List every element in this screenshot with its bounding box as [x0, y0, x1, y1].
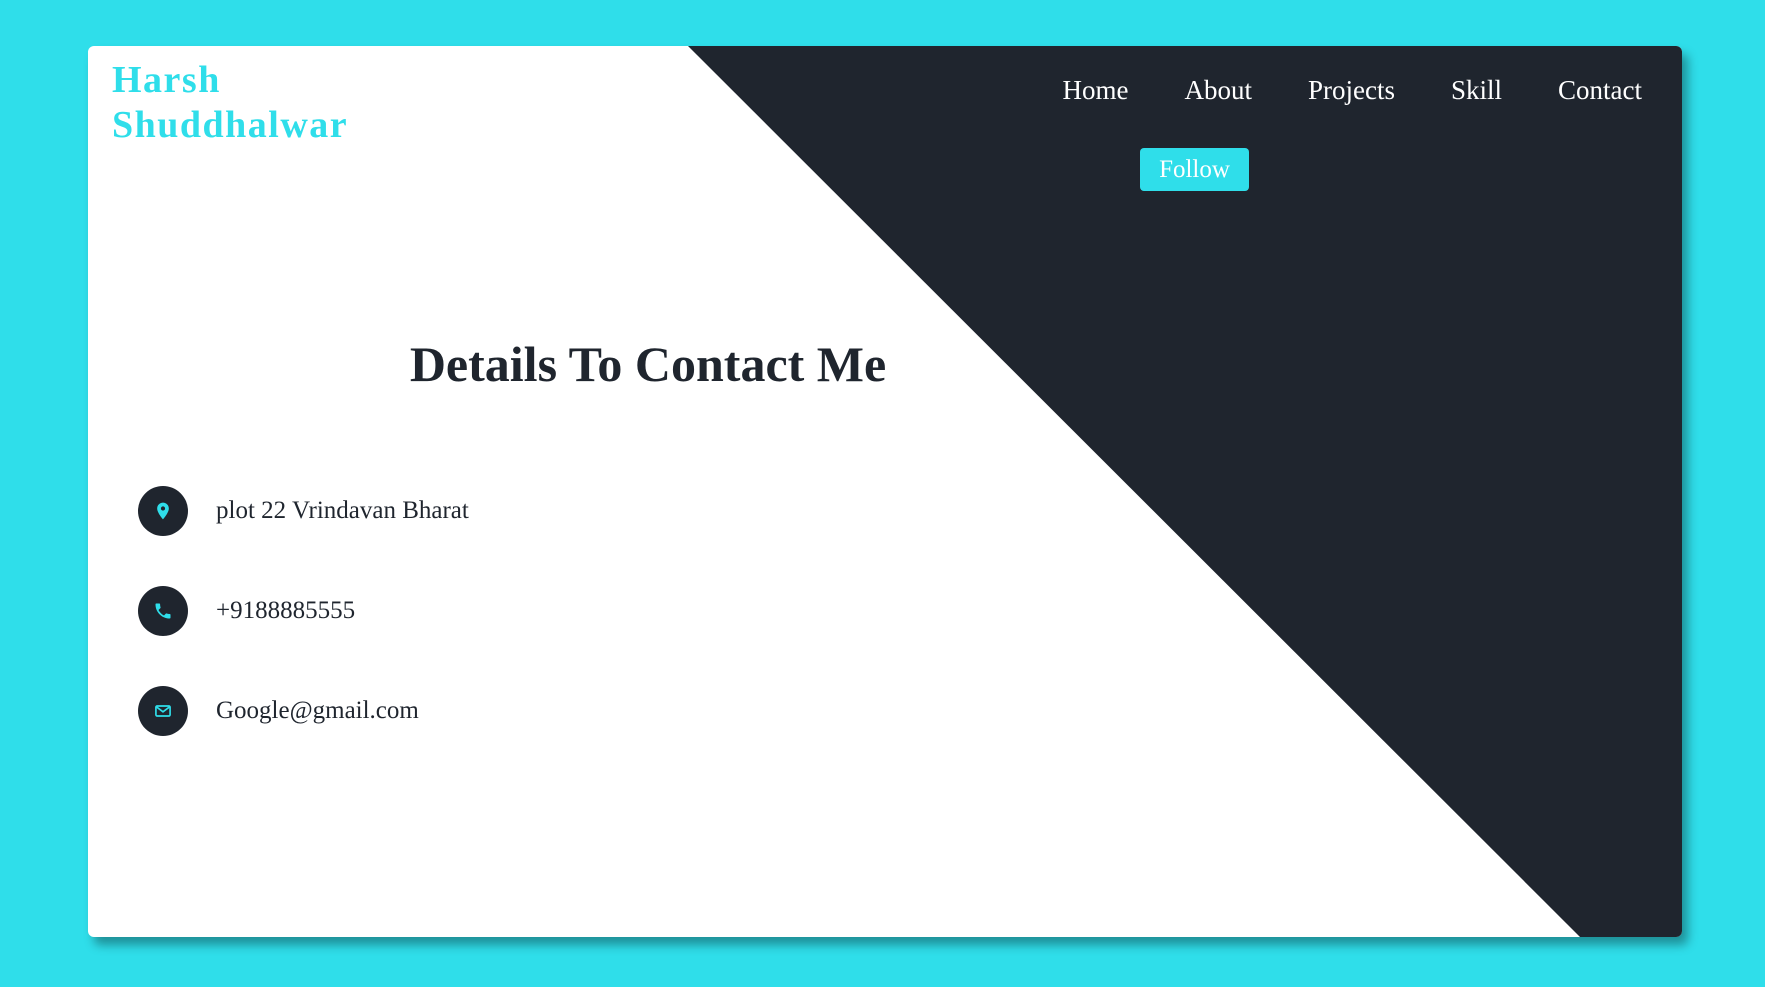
contact-email[interactable]: Google@gmail.com: [216, 696, 419, 726]
contact-item-phone: +9188885555: [138, 586, 469, 636]
nav-skill[interactable]: Skill: [1451, 70, 1502, 110]
contact-section-title: Details To Contact Me: [409, 336, 887, 392]
envelope-icon: [138, 686, 188, 736]
contact-address: plot 22 Vrindavan Bharat: [216, 497, 469, 524]
phone-icon: [138, 586, 188, 636]
page-card: Harsh Shuddhalwar Home About Projects Sk…: [88, 46, 1682, 937]
contact-item-email: Google@gmail.com: [138, 686, 469, 736]
follow-button[interactable]: Follow: [1140, 148, 1249, 191]
site-logo[interactable]: Harsh Shuddhalwar: [112, 58, 432, 148]
nav-contact[interactable]: Contact: [1558, 70, 1642, 110]
nav-about[interactable]: About: [1184, 70, 1252, 110]
contact-item-address: plot 22 Vrindavan Bharat: [138, 486, 469, 536]
location-pin-icon: [138, 486, 188, 536]
nav-projects[interactable]: Projects: [1308, 70, 1395, 110]
contact-phone: +9188885555: [216, 597, 356, 624]
nav-home[interactable]: Home: [1063, 70, 1129, 110]
contact-list: plot 22 Vrindavan Bharat +9188885555 Goo…: [138, 486, 469, 786]
main-nav: Home About Projects Skill Contact: [1007, 70, 1643, 110]
